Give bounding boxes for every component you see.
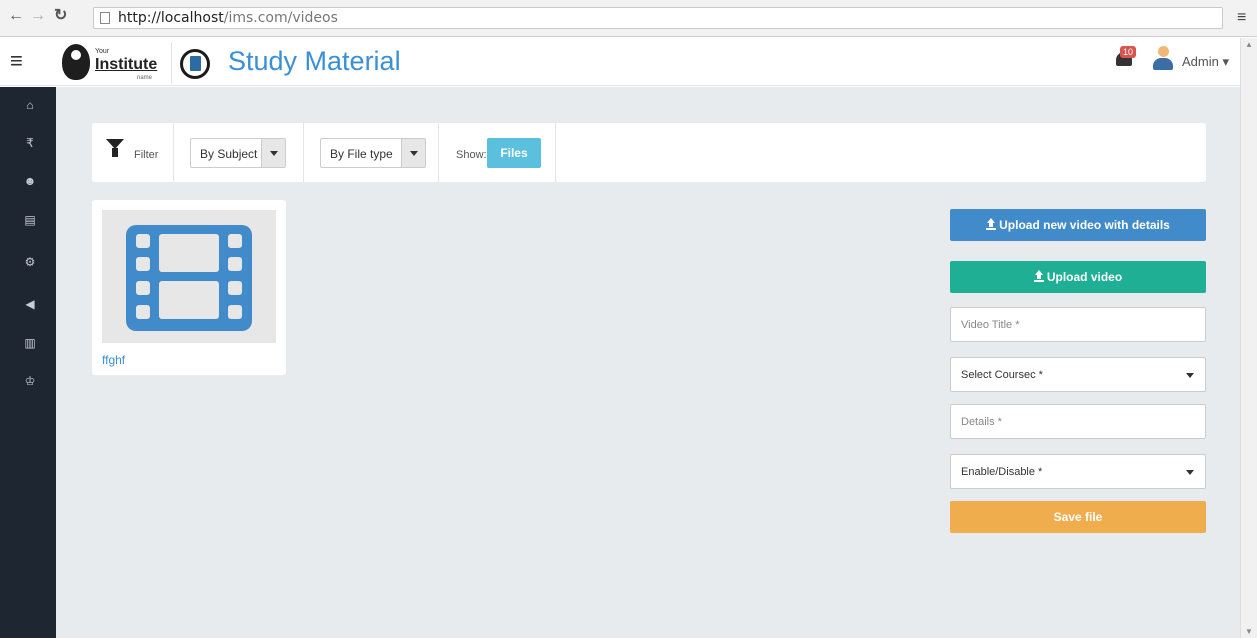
document-circle-icon [180, 49, 210, 79]
video-thumbnail[interactable] [102, 210, 276, 343]
main-content: Filter By Subject By File type Show: Fil… [56, 87, 1240, 638]
video-card[interactable]: ffghf [92, 200, 286, 375]
show-section: Show: Files [439, 123, 556, 182]
video-title-field[interactable]: Video Title * [950, 307, 1206, 342]
course-select[interactable]: Select Coursec * [950, 357, 1206, 392]
trophy-icon[interactable]: ♔ [22, 373, 38, 389]
avatar[interactable] [1152, 46, 1174, 72]
document-icon[interactable]: ▤ [22, 212, 38, 228]
subject-select-label: By Subject [200, 147, 258, 161]
app-header: ≡ Your Institute name Study Material 10 … [0, 38, 1240, 86]
details-field[interactable]: Details * [950, 404, 1206, 439]
course-select-label: Select Coursec * [961, 369, 1043, 381]
rupee-icon[interactable]: ₹ [22, 135, 38, 151]
show-label: Show: [456, 149, 487, 161]
filetype-section: By File type [304, 123, 439, 182]
enable-disable-select[interactable]: Enable/Disable * [950, 454, 1206, 489]
home-icon[interactable]: ⌂ [22, 97, 38, 113]
filter-icon-stem [112, 148, 118, 157]
user-menu[interactable]: Admin ▾ [1182, 54, 1229, 70]
logo-institute-text: Institute [95, 56, 158, 73]
details-placeholder: Details * [961, 416, 1002, 428]
upload-icon [1033, 270, 1044, 282]
users-icon[interactable]: ☻ [22, 173, 38, 189]
bar-chart-icon[interactable]: ▥ [22, 335, 38, 351]
address-bar[interactable]: http://localhost/ims.com/videos [93, 7, 1223, 29]
upload-with-details-button[interactable]: Upload new video with details [950, 209, 1206, 241]
filter-section: Filter [92, 123, 174, 182]
reload-icon[interactable]: ↻ [54, 7, 67, 25]
files-button[interactable]: Files [487, 138, 541, 168]
upload-video-button[interactable]: Upload video [950, 261, 1206, 293]
enable-disable-label: Enable/Disable * [961, 466, 1043, 478]
sidebar: ⌂ ₹ ☻ ▤ ⚙ ◀ ▥ ♔ [0, 87, 56, 638]
caret-down-icon [1186, 470, 1194, 475]
back-arrow-icon[interactable]: ← [8, 7, 24, 25]
caret-down-icon [261, 139, 285, 167]
institute-logo[interactable]: Your Institute name [60, 42, 172, 84]
page-scrollbar[interactable]: ▲ ▼ [1240, 38, 1257, 638]
filetype-select-label: By File type [330, 147, 393, 161]
filter-bar: Filter By Subject By File type Show: Fil… [92, 123, 1206, 182]
scroll-down-icon[interactable]: ▼ [1245, 627, 1253, 636]
megaphone-icon[interactable]: ◀ [22, 296, 38, 312]
subject-section: By Subject [174, 123, 304, 182]
caret-down-icon [401, 139, 425, 167]
page-title: Study Material [228, 46, 401, 76]
scroll-up-icon[interactable]: ▲ [1245, 40, 1253, 49]
save-file-button[interactable]: Save file [950, 501, 1206, 533]
video-title-link[interactable]: ffghf [102, 353, 125, 367]
upload-icon [986, 218, 997, 230]
browser-toolbar: ← → ↻ http://localhost/ims.com/videos ≡ [0, 0, 1257, 37]
avatar-body-icon [1153, 58, 1173, 70]
filter-label: Filter [134, 149, 159, 161]
page-icon [100, 12, 110, 24]
logo-mark-icon [62, 44, 90, 80]
logo-name-text: name [137, 75, 153, 81]
subject-select[interactable]: By Subject [190, 138, 286, 168]
caret-down-icon [1186, 373, 1194, 378]
notification-button[interactable]: 10 [1116, 46, 1138, 70]
forward-arrow-icon[interactable]: → [30, 7, 46, 25]
video-title-placeholder: Video Title * [961, 319, 1020, 331]
filetype-select[interactable]: By File type [320, 138, 426, 168]
notification-badge: 10 [1120, 46, 1137, 58]
gears-icon[interactable]: ⚙ [22, 254, 38, 270]
logo-your-text: Your [95, 48, 110, 55]
browser-menu-icon[interactable]: ≡ [1237, 9, 1246, 27]
film-icon [126, 225, 252, 331]
url-text: http://localhost/ims.com/videos [118, 10, 338, 26]
avatar-head-icon [1158, 46, 1169, 57]
hamburger-menu-icon[interactable]: ≡ [10, 50, 23, 72]
